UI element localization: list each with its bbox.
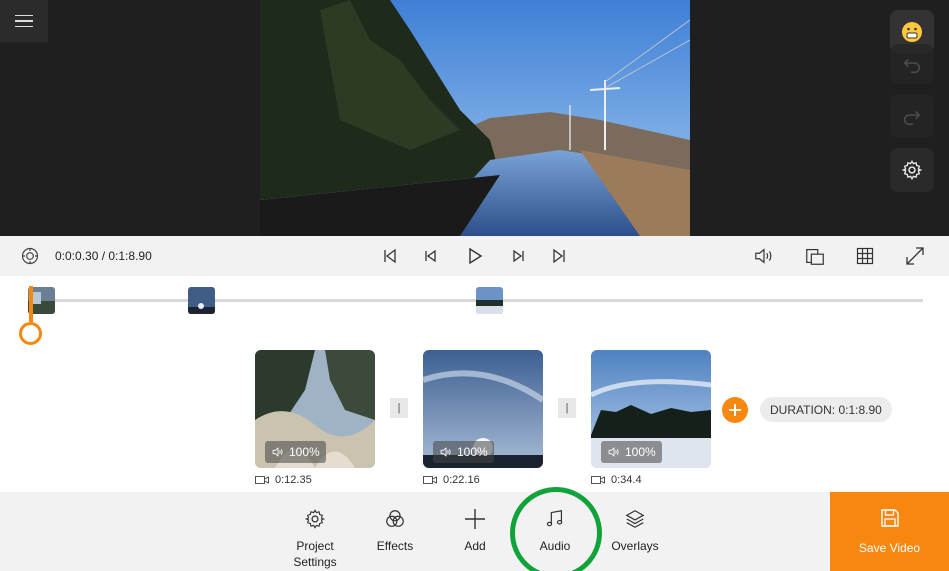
video-camera-icon	[591, 476, 605, 484]
aspect-ratio-icon	[806, 248, 824, 265]
clip-volume-badge[interactable]: 100%	[433, 441, 494, 463]
clip-volume-value: 100%	[289, 445, 320, 459]
timer-icon	[21, 247, 39, 265]
audio-label: Audio	[539, 539, 571, 553]
add-button[interactable]: Add	[435, 492, 515, 571]
clip-duration: 0:34.4	[591, 474, 642, 486]
save-icon	[880, 509, 899, 527]
clip-duration: 0:12.35	[255, 474, 312, 486]
emoji-icon	[902, 22, 922, 42]
music-note-icon	[546, 510, 563, 527]
settings-icon	[901, 160, 923, 180]
timer-button[interactable]	[18, 244, 42, 268]
scrubber-clip-marker[interactable]	[188, 287, 215, 314]
grid-button[interactable]	[853, 244, 877, 268]
clip-thumbnail[interactable]: 100%	[591, 350, 711, 468]
playback-controls-bar: 0:0:0.30 / 0:1:8.90	[0, 236, 949, 276]
transition-separator[interactable]: |	[558, 398, 576, 418]
playhead-handle[interactable]	[19, 322, 42, 345]
effects-icon	[386, 510, 404, 527]
step-back-button[interactable]	[418, 244, 442, 268]
play-icon	[469, 247, 483, 265]
grid-icon	[856, 247, 874, 265]
playhead[interactable]	[29, 286, 33, 322]
clip-volume-badge[interactable]: 100%	[265, 441, 326, 463]
undo-icon	[903, 58, 921, 74]
clip-thumbnail[interactable]: 100%	[255, 350, 375, 468]
fullscreen-button[interactable]	[903, 244, 927, 268]
volume-button[interactable]	[752, 244, 776, 268]
effects-label: Effects	[376, 539, 414, 553]
clip-volume-badge[interactable]: 100%	[601, 441, 662, 463]
layers-icon	[625, 510, 645, 528]
audio-button[interactable]: Audio	[515, 492, 595, 571]
fullscreen-icon	[906, 247, 924, 265]
playback-time: 0:0:0.30 / 0:1:8.90	[55, 249, 152, 263]
aspect-ratio-button[interactable]	[803, 244, 827, 268]
clip-volume-value: 100%	[457, 445, 488, 459]
skip-end-icon	[553, 248, 565, 264]
add-label: Add	[464, 539, 486, 553]
settings-icon	[304, 509, 326, 529]
step-back-icon	[425, 249, 436, 263]
play-button[interactable]	[463, 244, 487, 268]
plus-icon	[465, 509, 485, 529]
bottom-toolbar: Project Settings Effects Add Audio Overl…	[0, 492, 949, 571]
save-video-button[interactable]: Save Video	[830, 492, 949, 571]
volume-icon	[272, 447, 283, 457]
clip-thumbnail[interactable]: 100%	[423, 350, 543, 468]
overlays-label: Overlays	[611, 539, 659, 553]
skip-start-icon	[384, 248, 396, 264]
save-video-label: Save Video	[858, 541, 921, 555]
video-camera-icon	[423, 476, 437, 484]
volume-icon	[608, 447, 619, 457]
skip-to-start-button[interactable]	[378, 244, 402, 268]
volume-icon	[755, 248, 772, 264]
volume-icon	[440, 447, 451, 457]
clip-volume-value: 100%	[625, 445, 656, 459]
plus-icon	[729, 404, 741, 416]
preview-settings-button[interactable]	[890, 148, 934, 192]
video-camera-icon	[255, 476, 269, 484]
transition-separator[interactable]: |	[390, 398, 408, 418]
video-preview-area	[0, 0, 949, 236]
hamburger-menu-button[interactable]	[0, 0, 48, 42]
step-forward-button[interactable]	[507, 244, 531, 268]
timeline-scrubber[interactable]	[0, 276, 949, 350]
scrubber-clip-marker[interactable]	[476, 287, 503, 314]
overlays-button[interactable]: Overlays	[595, 492, 675, 571]
video-preview-frame[interactable]	[260, 0, 690, 236]
project-settings-button[interactable]: Project Settings	[275, 492, 355, 571]
project-settings-label: Project Settings	[293, 539, 337, 569]
total-duration-badge: DURATION: 0:1:8.90	[760, 397, 892, 422]
video-editor-app: 0:0:0.30 / 0:1:8.90 100% 0:12.35 | 100% …	[0, 0, 949, 571]
undo-button[interactable]	[890, 44, 934, 84]
step-forward-icon	[513, 249, 524, 263]
clip-duration: 0:22.16	[423, 474, 480, 486]
skip-to-end-button[interactable]	[547, 244, 571, 268]
redo-icon	[903, 110, 921, 126]
add-clip-button[interactable]	[722, 397, 748, 423]
effects-button[interactable]: Effects	[355, 492, 435, 571]
redo-button[interactable]	[890, 94, 934, 138]
